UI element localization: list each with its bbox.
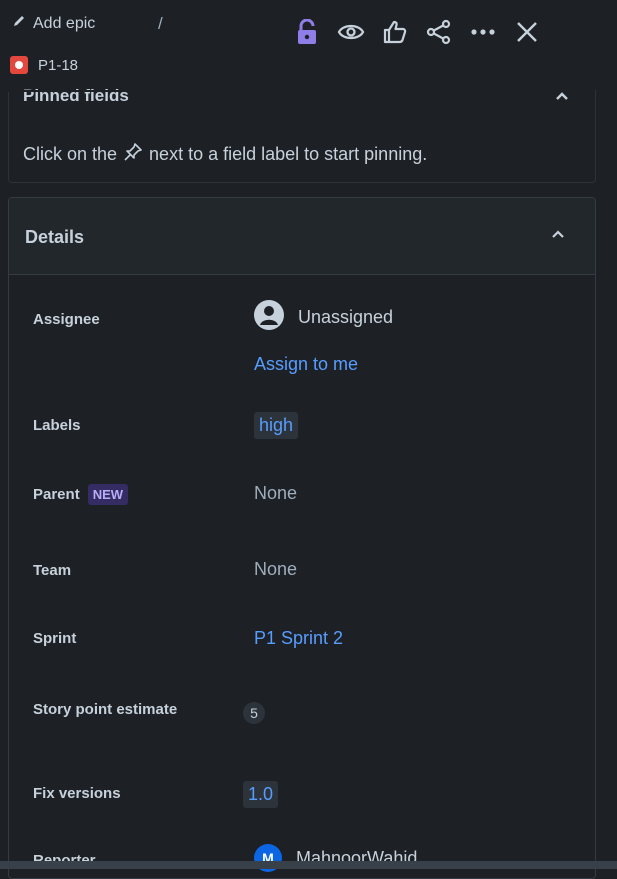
details-panel: Details Assignee Unassigned Assign to me… [8,197,596,879]
sprint-value[interactable]: P1 Sprint 2 [254,628,343,649]
labels-label: Labels [33,417,81,434]
pinned-message-end: next to a field label to start pinning. [149,144,428,164]
lock-icon[interactable] [285,14,329,50]
label-tag[interactable]: high [254,412,299,439]
user-avatar-icon [254,300,284,335]
pinned-fields-message: Click on the next to a field label to st… [23,142,427,167]
parent-label: Parent NEW [33,484,129,505]
fix-version-tag[interactable]: 1.0 [243,781,279,808]
assign-to-me-link[interactable]: Assign to me [254,354,358,375]
story-points-label: Story point estimate [33,701,178,718]
issue-actions [285,14,549,50]
assignee-field[interactable]: Unassigned [254,300,393,335]
pin-icon [123,142,143,167]
pinned-fields-title: Pinned fields [23,86,129,105]
team-value[interactable]: None [254,559,297,580]
like-icon[interactable] [373,14,417,50]
parent-label-text: Parent [33,486,80,503]
close-icon[interactable] [505,14,549,50]
bug-icon [10,56,28,74]
scrollbar-track[interactable] [601,0,617,869]
team-label: Team [33,562,72,579]
pinned-fields-panel: Pinned fields Click on the next to a fie… [8,86,596,183]
issue-key-label: P1-18 [38,56,79,74]
breadcrumb-separator: / [158,14,163,33]
bottom-scroll-bar[interactable] [0,861,617,869]
issue-header: Add epic / P1-18 [0,0,617,92]
story-points-value[interactable]: 5 [243,702,265,724]
scroll-clip [8,90,594,92]
chevron-up-icon[interactable] [551,226,565,244]
add-epic-label: Add epic [33,14,96,32]
watch-icon[interactable] [329,14,373,50]
parent-value[interactable]: None [254,483,297,504]
more-icon[interactable] [461,14,505,50]
assignee-value: Unassigned [298,307,394,327]
sprint-label: Sprint [33,630,77,647]
share-icon[interactable] [417,14,461,50]
fix-versions-label: Fix versions [33,785,121,802]
pencil-icon [12,14,26,33]
assignee-label: Assignee [33,311,100,328]
add-epic-button[interactable]: Add epic [12,14,95,33]
pinned-message-start: Click on the [23,144,118,164]
new-badge: NEW [87,484,129,505]
details-title: Details [25,227,85,247]
details-header[interactable]: Details [9,198,595,275]
issue-key-link[interactable]: P1-18 [10,56,78,74]
